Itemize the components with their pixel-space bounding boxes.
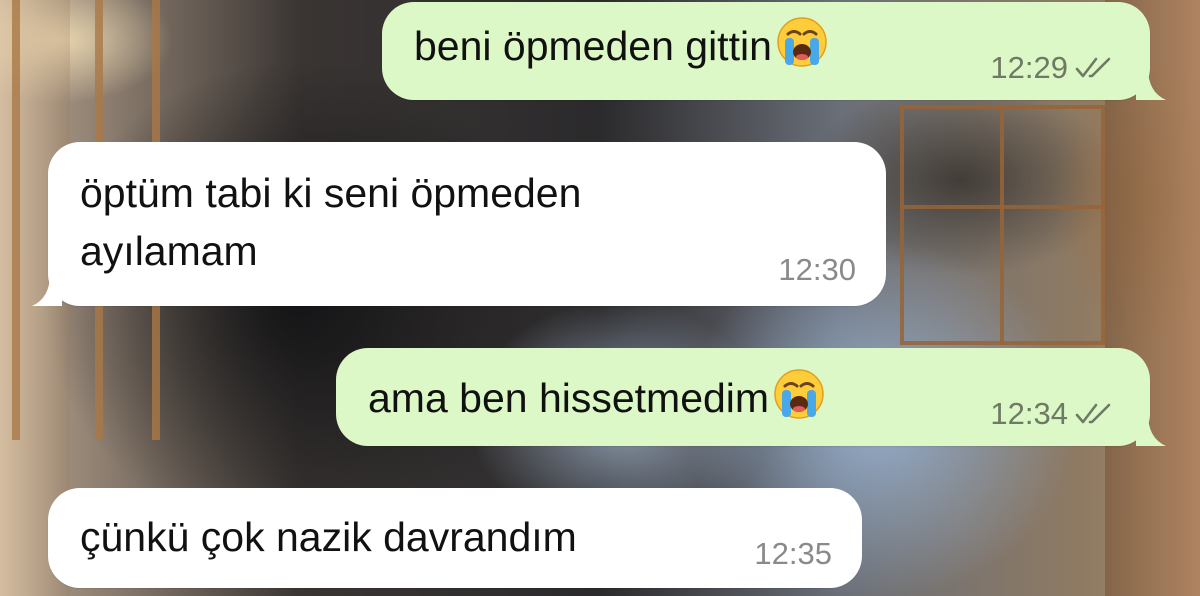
- message-time: 12:35: [754, 536, 832, 571]
- chat-view: beni öpmeden gittin 12:29 öptüm tabi ki: [0, 0, 1200, 596]
- message-bubble-outgoing[interactable]: beni öpmeden gittin 12:29: [382, 2, 1166, 100]
- bubble-tail: [1136, 68, 1166, 100]
- message-time: 12:29: [990, 50, 1068, 85]
- message-bubble-incoming[interactable]: öptüm tabi ki seni öpmeden ayılamam 12:3…: [32, 142, 886, 306]
- message-bubble-incoming[interactable]: çünkü çok nazik davrandım 12:35: [48, 488, 862, 588]
- message-meta: 12:30: [778, 252, 856, 288]
- loudly-crying-face-icon: [777, 17, 827, 67]
- loudly-crying-face-icon: [774, 369, 824, 419]
- message-meta: 12:35: [754, 536, 832, 572]
- message-time: 12:30: [778, 252, 856, 287]
- message-time: 12:34: [990, 396, 1068, 431]
- background-pole: [12, 0, 20, 440]
- double-check-icon: [1075, 57, 1111, 78]
- message-text: çünkü çok nazik davrandım: [80, 514, 577, 560]
- bubble-tail: [32, 274, 62, 306]
- message-text: beni öpmeden gittin: [414, 16, 828, 75]
- message-bubble-outgoing[interactable]: ama ben hissetmedim 12:34: [336, 348, 1166, 446]
- message-meta: 12:29: [990, 50, 1114, 86]
- message-text: ama ben hissetmedim: [368, 368, 825, 427]
- bubble-tail: [1136, 414, 1166, 446]
- double-check-icon: [1075, 403, 1111, 424]
- background-window-bar: [1000, 105, 1004, 345]
- message-text: öptüm tabi ki seni öpmeden ayılamam: [80, 170, 582, 274]
- background-window-bar: [900, 205, 1105, 209]
- message-meta: 12:34: [990, 396, 1114, 432]
